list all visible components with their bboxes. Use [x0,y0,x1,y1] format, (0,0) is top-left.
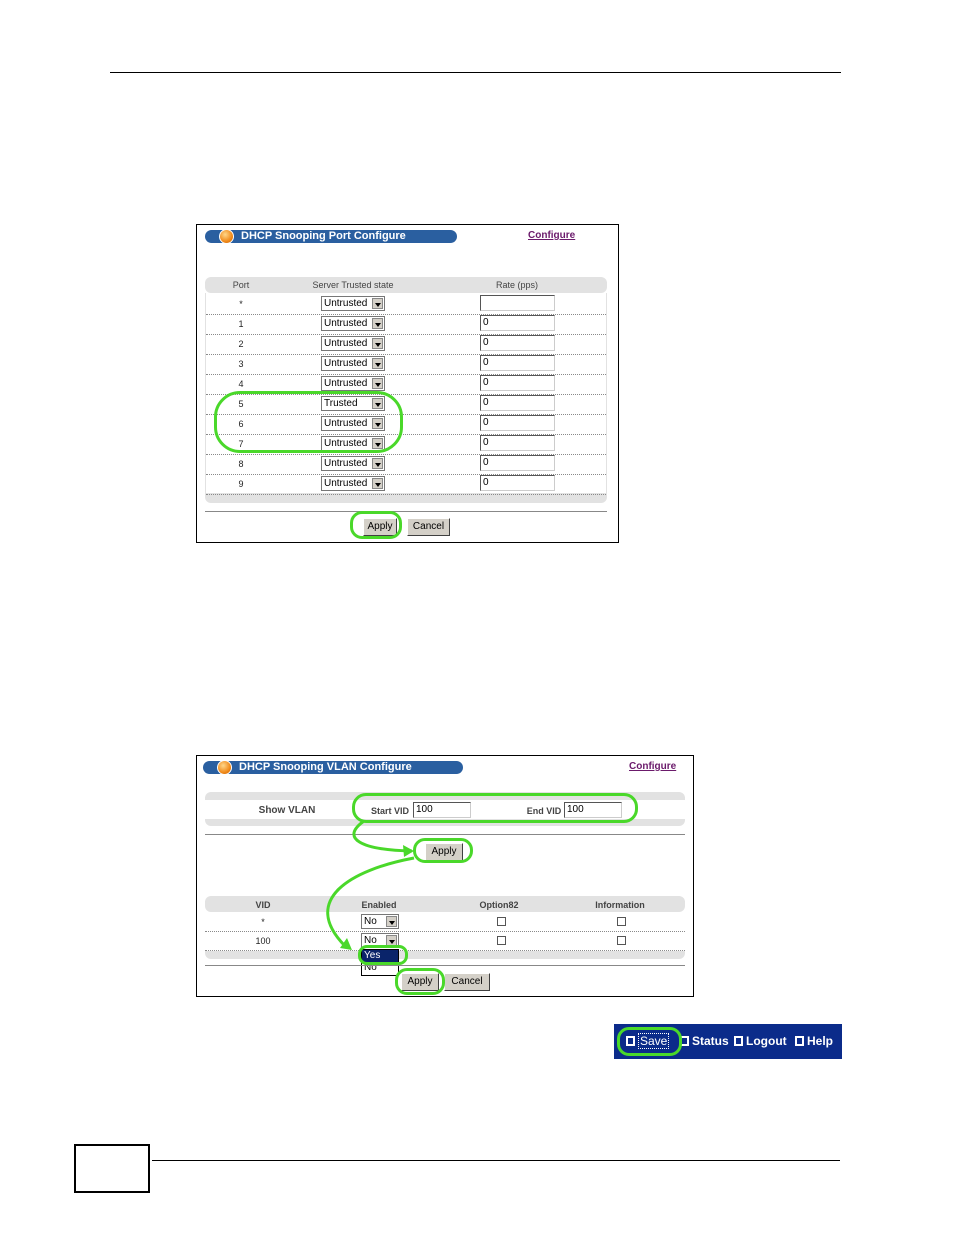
status-link[interactable]: Status [680,1034,729,1048]
logout-label: Logout [746,1034,787,1048]
logout-link[interactable]: Logout [734,1034,787,1048]
status-label: Status [692,1034,729,1048]
help-label: Help [807,1034,834,1048]
highlight-save [617,1027,682,1056]
logout-icon [734,1036,743,1046]
arrow-to-enabled-dropdown [326,856,415,948]
help-icon [795,1036,804,1046]
arrowhead-show-apply [403,845,414,857]
help-link[interactable]: Help [795,1034,833,1048]
